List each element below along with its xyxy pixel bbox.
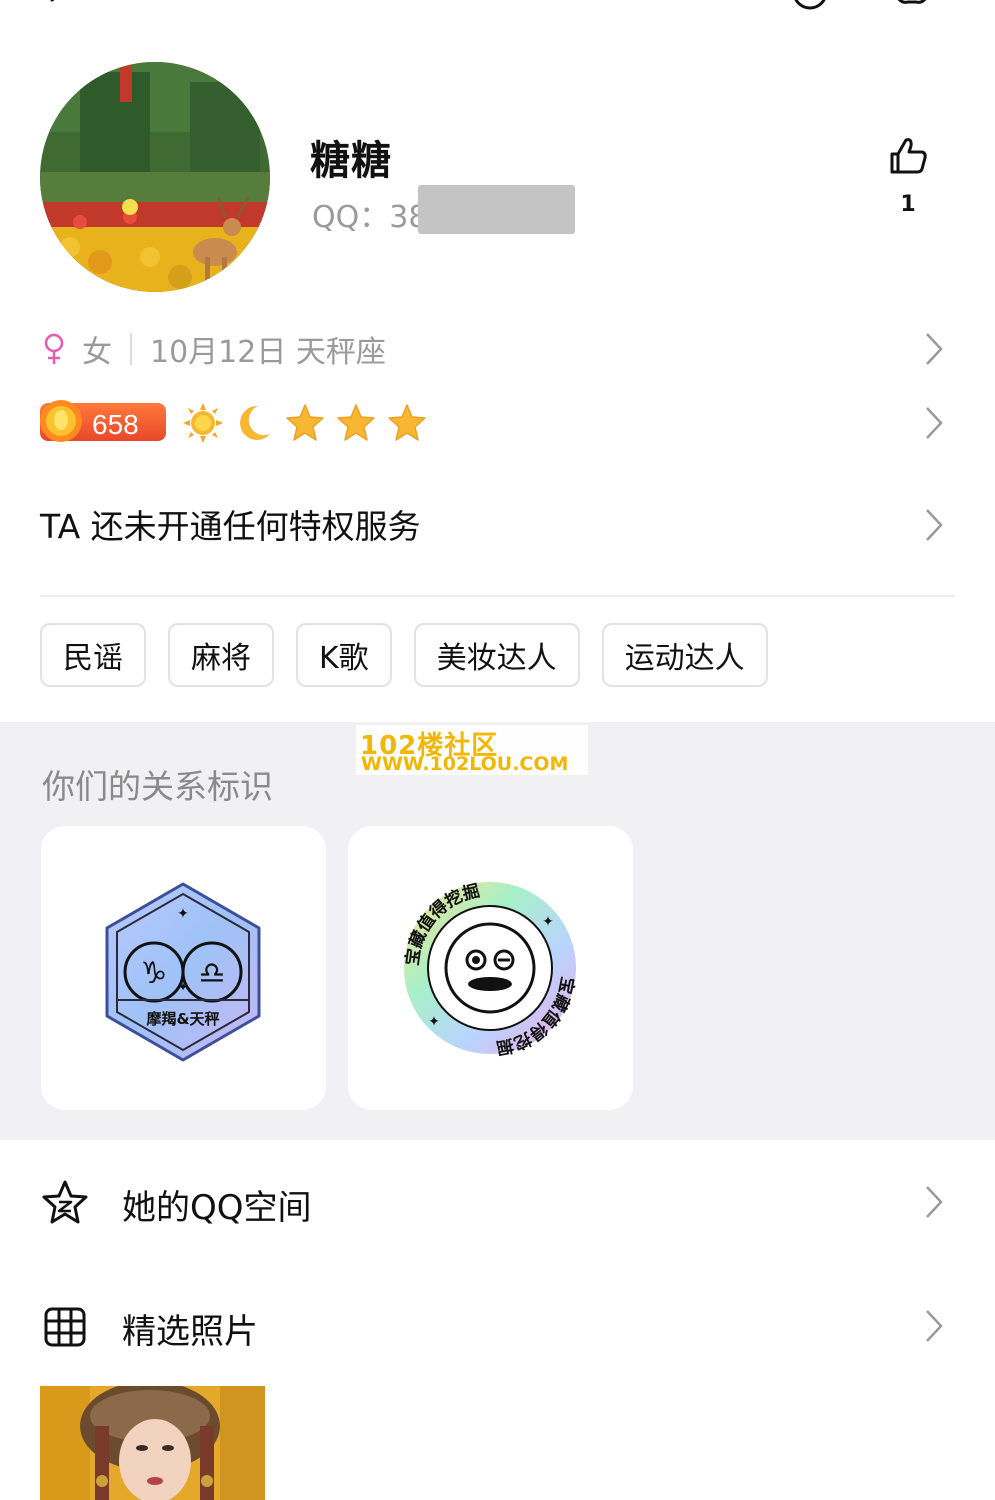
qq-number: QQ：38 — [312, 200, 428, 235]
nickname: 糖糖 — [310, 138, 392, 184]
privilege-row[interactable]: TA 还未开通任何特权服务 — [40, 500, 955, 550]
birthday-sign: 10月12日 天秤座 — [150, 335, 386, 370]
tag[interactable]: 美妆达人 — [413, 623, 580, 687]
chevron-right-icon — [926, 1186, 943, 1218]
tag[interactable]: 民谣 — [40, 623, 146, 687]
watermark-url: WWW.102LOU.COM — [361, 753, 569, 775]
level-sun-icon — [40, 400, 82, 442]
relationship-title: 你们的关系标识 — [42, 767, 273, 806]
level-value: 658 — [92, 409, 139, 440]
relationship-section: 你们的关系标识 102楼社区 WWW.102LOU.COM ♑ ♎ ✦ ✦ 摩羯… — [0, 722, 995, 1140]
qzone-star-icon — [42, 1180, 88, 1224]
female-icon — [44, 333, 64, 364]
photos-label: 精选照片 — [122, 1312, 258, 1352]
tag[interactable]: 运动达人 — [601, 623, 768, 687]
avatar[interactable] — [40, 62, 270, 292]
zodiac-badge-icon: ♑ ♎ ✦ ✦ 摩羯&天秤 — [105, 882, 261, 1062]
grid-icon — [44, 1307, 86, 1347]
relationship-card-zodiac[interactable]: ♑ ♎ ✦ ✦ 摩羯&天秤 — [41, 826, 326, 1110]
chevron-right-icon — [926, 509, 943, 541]
like-count: 1 — [900, 192, 916, 217]
moon-icon — [240, 405, 270, 440]
qq-number-redaction — [418, 185, 575, 234]
svg-text:♑: ♑ — [141, 956, 168, 991]
star-icon — [337, 404, 375, 441]
chevron-right-icon — [926, 333, 943, 365]
thumbs-up-icon[interactable] — [886, 134, 930, 178]
level-row[interactable]: 658 — [40, 398, 955, 448]
divider — [130, 333, 132, 365]
qzone-label: 她的QQ空间 — [122, 1188, 312, 1228]
treasure-badge-icon: ✦ ✦ 宝藏值得挖掘 宝藏值得挖掘 — [402, 880, 579, 1058]
featured-photo-image — [40, 1386, 265, 1500]
featured-photo[interactable] — [40, 1386, 265, 1500]
svg-text:✦: ✦ — [428, 1014, 440, 1030]
svg-text:✦: ✦ — [542, 914, 554, 930]
avatar-image — [40, 62, 270, 292]
star-icon — [286, 404, 324, 441]
chevron-right-icon — [926, 407, 943, 439]
photos-row[interactable]: 精选照片 — [40, 1296, 955, 1356]
basic-info-row[interactable]: 女 10月12日 天秤座 — [40, 325, 955, 373]
svg-text:✦: ✦ — [177, 906, 189, 922]
sun-icon — [183, 403, 223, 443]
divider — [40, 595, 955, 597]
settings-icon[interactable] — [890, 0, 934, 12]
tag[interactable]: K歌 — [296, 623, 392, 687]
qzone-row[interactable]: 她的QQ空间 — [40, 1172, 955, 1232]
svg-text:♎: ♎ — [199, 956, 226, 991]
zodiac-badge-label: 摩羯&天秤 — [146, 1010, 219, 1028]
gender-label: 女 — [82, 335, 112, 370]
watermark: 102楼社区 WWW.102LOU.COM — [356, 725, 588, 775]
privilege-text: TA 还未开通任何特权服务 — [40, 507, 421, 546]
chevron-right-icon — [926, 1310, 943, 1342]
svg-text:✦: ✦ — [178, 980, 188, 994]
interest-tags: 民谣 麻将 K歌 美妆达人 运动达人 — [40, 623, 768, 687]
back-arrow-icon[interactable] — [40, 0, 70, 14]
top-bar — [0, 0, 995, 20]
circle-icon[interactable] — [790, 0, 830, 12]
tag[interactable]: 麻将 — [168, 623, 274, 687]
relationship-card-treasure[interactable]: ✦ ✦ 宝藏值得挖掘 宝藏值得挖掘 — [348, 826, 633, 1110]
star-icon — [388, 404, 426, 441]
